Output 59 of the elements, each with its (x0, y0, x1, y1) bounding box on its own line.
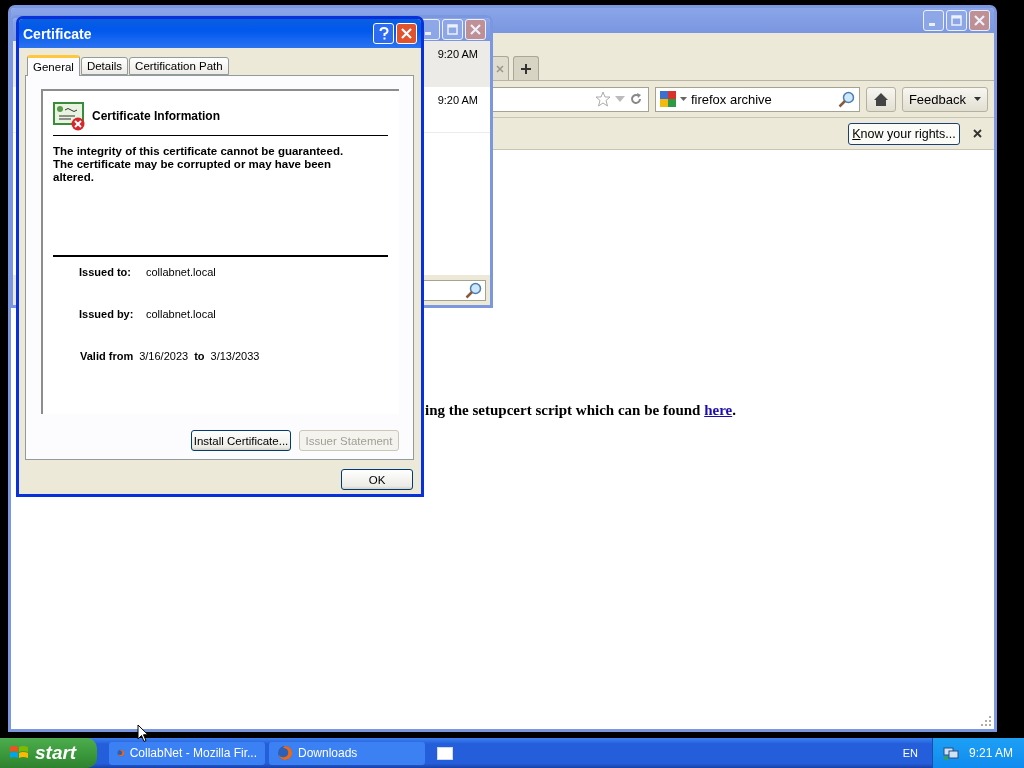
integrity-message: The integrity of this certificate cannot be guaranteed. The certificate may be corrupted or may have been altered. (53, 145, 345, 185)
field-label: Valid from (80, 349, 134, 362)
caret-icon (974, 96, 981, 102)
here-link[interactable]: here (704, 402, 733, 418)
start-button[interactable]: start (0, 738, 97, 768)
reload-icon[interactable] (628, 92, 643, 106)
minimize-icon (425, 32, 431, 35)
language-indicator[interactable]: EN (902, 747, 918, 759)
close-icon (974, 15, 985, 26)
resize-grip-icon[interactable] (980, 715, 991, 726)
search-field[interactable]: firefox archive (654, 86, 860, 112)
home-button[interactable] (865, 86, 896, 112)
star-icon[interactable] (594, 91, 611, 107)
taskbar-button[interactable]: Downloads (269, 741, 425, 765)
search-icon[interactable] (837, 90, 855, 108)
dialog-tab[interactable]: Details (80, 57, 129, 75)
question-mark-icon (378, 27, 389, 40)
field-label: Issued to: (79, 265, 132, 278)
field-value: collabnet.local (146, 265, 216, 278)
certificate-heading: Certificate Information (92, 109, 220, 123)
search-input[interactable]: firefox archive (690, 91, 834, 107)
maximize-icon (951, 15, 962, 26)
dialog-title: Certificate (23, 25, 93, 42)
search-engine-icon[interactable] (659, 91, 676, 107)
know-your-rights-button[interactable]: Know your rights... (848, 122, 960, 145)
close-button[interactable] (969, 10, 990, 31)
field-value: 3/16/2023 (139, 349, 189, 362)
firefox-icon (277, 745, 293, 761)
download-time: 9:20 AM (437, 94, 478, 106)
field-value: collabnet.local (146, 307, 216, 320)
install-certificate-button[interactable]: Install Certificate... (191, 430, 291, 451)
close-icon[interactable] (973, 129, 982, 138)
caret-icon[interactable] (679, 96, 687, 102)
search-icon[interactable] (465, 281, 482, 299)
home-icon (872, 91, 889, 107)
network-icon[interactable] (943, 746, 959, 760)
close-button[interactable] (465, 19, 486, 40)
minimize-icon (929, 23, 935, 26)
dialog-tab[interactable]: General (27, 55, 80, 76)
feedback-button[interactable]: Feedback (901, 86, 988, 112)
download-time: 9:20 AM (437, 48, 478, 60)
window-icon[interactable] (437, 746, 453, 760)
field-value: 3/13/2033 (210, 349, 260, 362)
ok-button[interactable]: OK (341, 469, 413, 490)
maximize-icon (447, 24, 458, 35)
dialog-tab[interactable]: Certification Path (129, 57, 229, 75)
taskbar-button[interactable]: CollabNet - Mozilla Fir... (109, 741, 265, 765)
close-icon (470, 24, 481, 35)
body-text: ing the setupcert script which can be found here. (425, 402, 737, 419)
clock: 9:21 AM (969, 746, 1014, 760)
field-label: to (194, 349, 205, 362)
help-button[interactable] (373, 23, 394, 44)
plus-icon (520, 62, 532, 75)
maximize-button[interactable] (946, 10, 967, 31)
new-tab-button[interactable] (513, 56, 539, 80)
certificate-error-icon (53, 101, 86, 131)
close-icon (401, 28, 412, 39)
close-button[interactable] (396, 23, 417, 44)
field-label: Issued by: (79, 307, 135, 320)
